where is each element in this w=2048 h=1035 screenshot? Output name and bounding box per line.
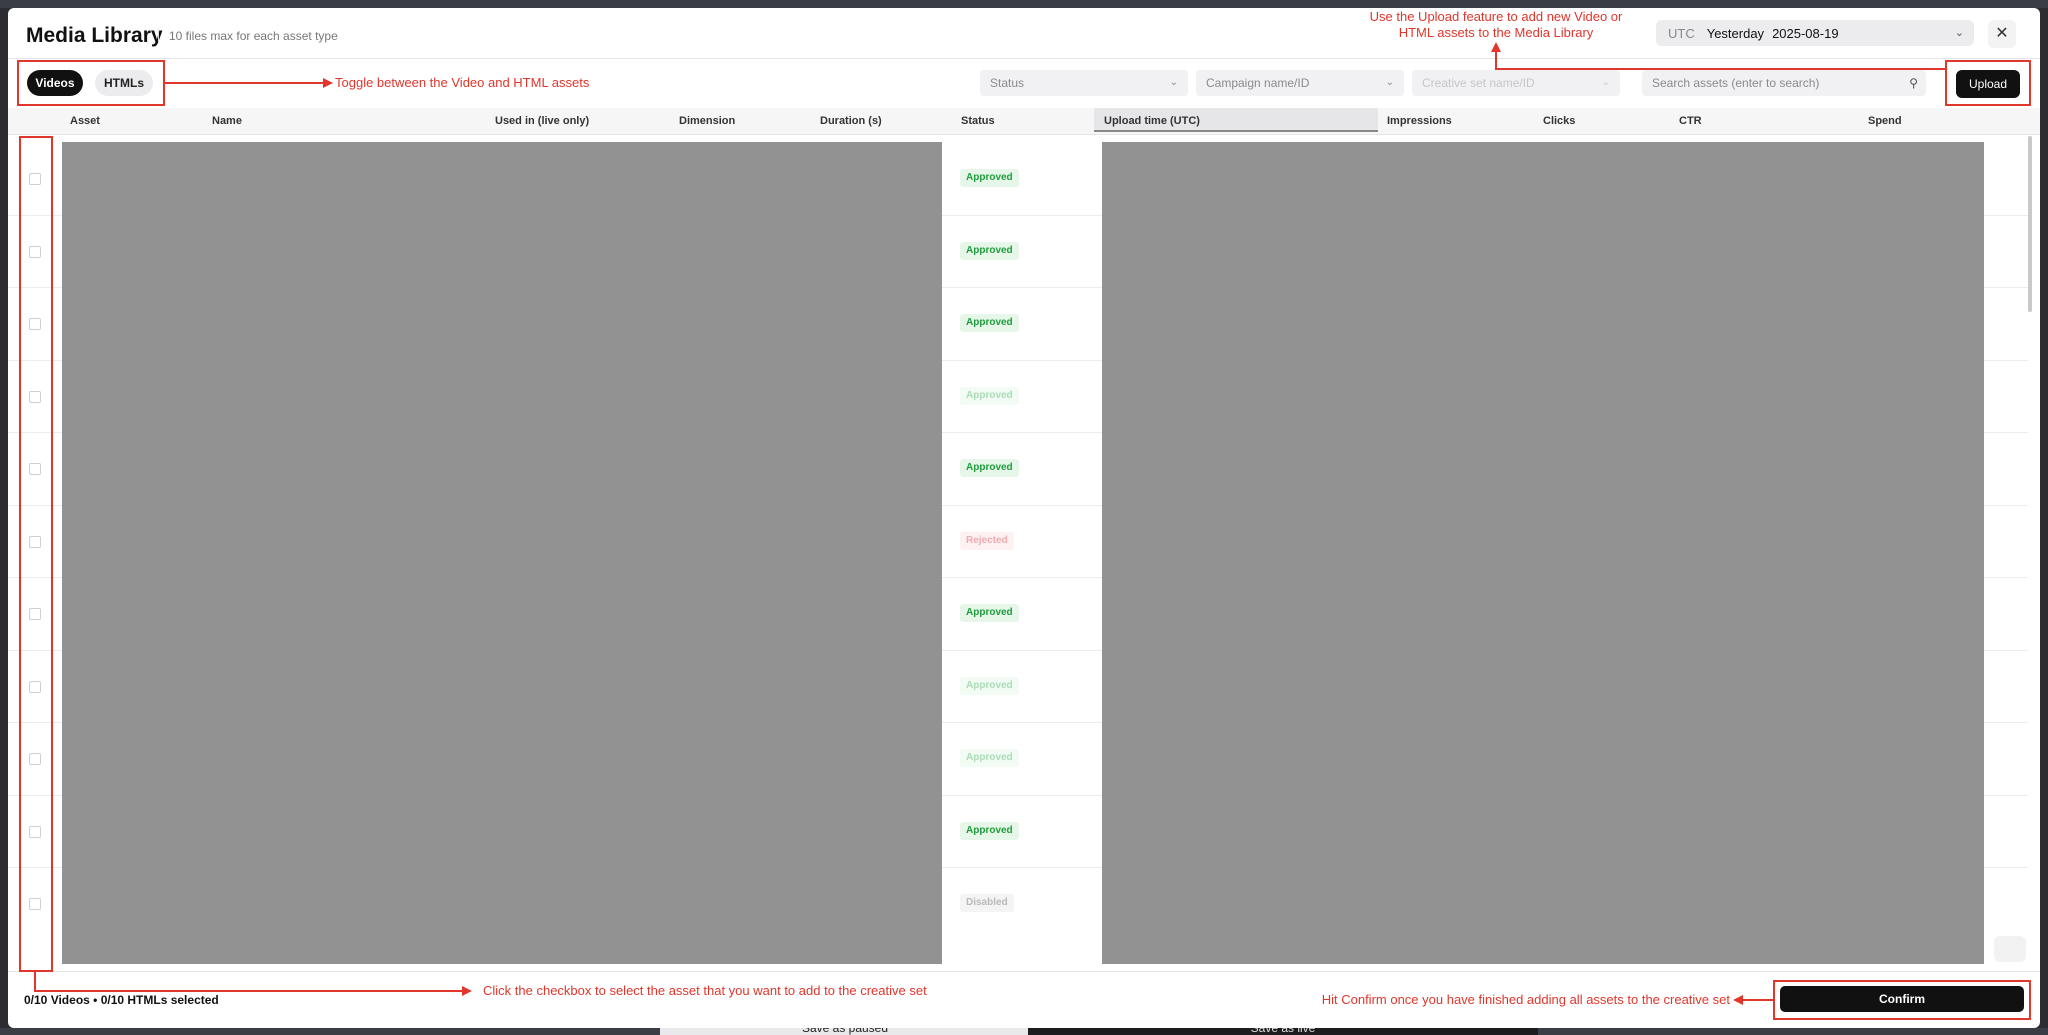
status-badge: Approved bbox=[960, 749, 1019, 767]
status-badge: Approved bbox=[960, 314, 1019, 332]
status-badge: Approved bbox=[960, 459, 1019, 477]
status-badge: Rejected bbox=[960, 531, 1014, 550]
confirm-callout-box bbox=[1773, 980, 2031, 1020]
status-filter[interactable]: Status ⌄ bbox=[980, 70, 1188, 96]
redacted-metrics bbox=[1102, 142, 1984, 964]
search-icon: ⚲ bbox=[1909, 76, 1918, 90]
upload-callout-line-h bbox=[1495, 68, 1945, 70]
checkbox-callout-line-v bbox=[34, 972, 36, 992]
search-input[interactable]: Search assets (enter to search) ⚲ bbox=[1642, 70, 1926, 96]
creative-set-filter[interactable]: Creative set name/ID ⌄ bbox=[1412, 70, 1620, 96]
redacted-asset-details bbox=[62, 142, 942, 964]
upload-annotation-line-2: HTML assets to the Media Library bbox=[1398, 25, 1594, 40]
modal-subtitle: 10 files max for each asset type bbox=[158, 29, 338, 43]
media-library-modal: Media Library 10 files max for each asse… bbox=[8, 8, 2040, 1028]
toggle-callout-line bbox=[165, 82, 325, 84]
chevron-down-icon: ⌄ bbox=[1601, 77, 1610, 88]
close-button[interactable]: ✕ bbox=[1988, 20, 2016, 48]
table-header: Asset Name Used in (live only) Dimension… bbox=[8, 108, 2040, 135]
toggle-callout-arrow bbox=[323, 78, 333, 88]
status-badge: Approved bbox=[960, 386, 1019, 405]
checkbox-callout-box bbox=[19, 136, 53, 972]
search-placeholder: Search assets (enter to search) bbox=[1652, 76, 1820, 90]
chevron-down-icon: ⌄ bbox=[1954, 27, 1964, 39]
close-icon: ✕ bbox=[1995, 25, 2009, 42]
modal-title: Media Library bbox=[26, 24, 163, 47]
column-header-clicks[interactable]: Clicks bbox=[1543, 108, 1575, 134]
header-divider bbox=[8, 58, 2040, 59]
upload-annotation-line-1: Use the Upload feature to add new Video … bbox=[1369, 9, 1623, 24]
toggle-callout-box bbox=[17, 60, 165, 106]
date-preset: Yesterday bbox=[1706, 25, 1765, 41]
confirm-annotation: Hit Confirm once you have finished addin… bbox=[1321, 992, 1730, 1007]
vertical-scrollbar[interactable] bbox=[2028, 136, 2032, 312]
confirm-callout-arrow bbox=[1733, 995, 1743, 1005]
column-header-used-in[interactable]: Used in (live only) bbox=[495, 108, 589, 134]
toggle-annotation: Toggle between the Video and HTML assets bbox=[335, 75, 590, 90]
status-badge: Disabled bbox=[960, 894, 1014, 912]
checkbox-callout-arrow bbox=[462, 986, 472, 996]
background-page-header bbox=[0, 0, 2048, 8]
chevron-down-icon: ⌄ bbox=[1169, 77, 1178, 88]
column-header-dimension[interactable]: Dimension bbox=[679, 108, 735, 134]
creative-set-filter-placeholder: Creative set name/ID bbox=[1422, 76, 1535, 90]
selection-summary: 0/10 Videos • 0/10 HTMLs selected bbox=[24, 993, 219, 1007]
status-badge: Approved bbox=[960, 241, 1019, 260]
status-badge: Approved bbox=[960, 169, 1019, 187]
timezone-label: UTC bbox=[1668, 25, 1695, 41]
date-value: 2025-08-19 bbox=[1772, 25, 1839, 41]
column-header-ctr[interactable]: CTR bbox=[1679, 108, 1702, 134]
date-picker[interactable]: UTC Yesterday 2025-08-19 ⌄ bbox=[1656, 20, 1974, 46]
column-header-spend[interactable]: Spend bbox=[1868, 108, 1902, 134]
column-header-duration[interactable]: Duration (s) bbox=[820, 108, 882, 134]
checkbox-annotation: Click the checkbox to select the asset t… bbox=[483, 983, 927, 998]
footer-divider bbox=[8, 971, 2040, 972]
upload-annotation: Use the Upload feature to add new Video … bbox=[1346, 9, 1646, 41]
column-header-upload-time[interactable]: Upload time (UTC) bbox=[1094, 108, 1378, 132]
status-badge: Approved bbox=[960, 821, 1019, 840]
upload-callout-box bbox=[1945, 60, 2031, 106]
upload-callout-line-v bbox=[1495, 50, 1497, 70]
campaign-filter[interactable]: Campaign name/ID ⌄ bbox=[1196, 70, 1404, 96]
confirm-callout-line bbox=[1743, 999, 1773, 1001]
upload-callout-arrow bbox=[1491, 42, 1501, 52]
chevron-down-icon: ⌄ bbox=[1385, 77, 1394, 88]
scroll-corner bbox=[1994, 936, 2026, 962]
column-header-asset[interactable]: Asset bbox=[70, 108, 100, 134]
campaign-filter-placeholder: Campaign name/ID bbox=[1206, 76, 1310, 90]
checkbox-callout-line-h bbox=[34, 990, 464, 992]
status-badge: Approved bbox=[960, 676, 1019, 695]
column-header-status[interactable]: Status bbox=[961, 108, 995, 134]
column-header-impressions[interactable]: Impressions bbox=[1387, 108, 1452, 134]
status-badge: Approved bbox=[960, 604, 1019, 622]
column-header-name[interactable]: Name bbox=[212, 108, 242, 134]
status-filter-placeholder: Status bbox=[990, 76, 1025, 90]
